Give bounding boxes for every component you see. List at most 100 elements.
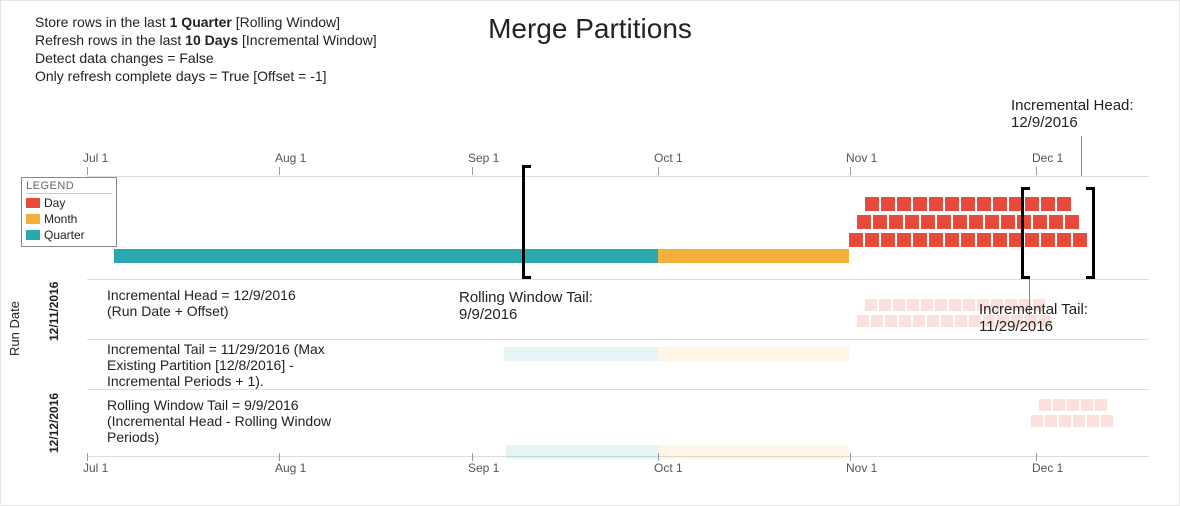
axis-line-top: [87, 176, 1149, 177]
annot-box1-l1: Incremental Head = 12/9/2016: [107, 287, 296, 303]
tick-top-0: Jul 1: [83, 151, 108, 165]
day-square: [993, 197, 1007, 211]
day-square: [977, 233, 991, 247]
cfg-l1c: [Rolling Window]: [232, 14, 340, 30]
swatch-month: [26, 214, 40, 224]
tick-bot-4: Nov 1: [846, 461, 877, 475]
annot-inc-tail-l1: Incremental Tail:: [979, 301, 1088, 318]
day-square: [977, 197, 991, 211]
annot-rolling-tail-l1: Rolling Window Tail:: [459, 289, 593, 306]
day-square: [907, 299, 919, 311]
day-square: [879, 299, 891, 311]
day-square: [993, 233, 1007, 247]
bar-day-row0a: [865, 197, 1071, 211]
day-square: [865, 197, 879, 211]
day-square: [865, 233, 879, 247]
annot-box2: Incremental Tail = 11/29/2016 (Max Exist…: [107, 341, 325, 389]
config-block: Store rows in the last 1 Quarter [Rollin…: [35, 13, 377, 85]
day-square: [1059, 415, 1071, 427]
day-square: [1033, 215, 1047, 229]
day-square: [1101, 415, 1113, 427]
bar-day-row2b: [1031, 415, 1113, 429]
swatch-quarter: [26, 230, 40, 240]
day-square: [961, 233, 975, 247]
day-square: [885, 315, 897, 327]
annot-rolling-tail-l2: 9/9/2016: [459, 306, 593, 323]
tick-top-3: Oct 1: [654, 151, 683, 165]
day-square: [1087, 415, 1099, 427]
bar-day-row0c: [849, 233, 1087, 247]
bar-quarter-row2: [506, 445, 658, 459]
tick-bot-0: Jul 1: [83, 461, 108, 475]
day-square: [927, 315, 939, 327]
day-square: [889, 215, 903, 229]
tick-bot-3: Oct 1: [654, 461, 683, 475]
day-square: [905, 215, 919, 229]
legend-title: LEGEND: [26, 180, 112, 194]
day-square: [1041, 197, 1055, 211]
day-square: [1095, 399, 1107, 411]
bracket-inc-head: [1086, 187, 1095, 279]
rowlabel-0: 12/11/2016: [47, 282, 61, 341]
annot-inc-head-l2: 12/9/2016: [1011, 114, 1134, 131]
day-square: [985, 215, 999, 229]
day-square: [1067, 399, 1079, 411]
day-square: [873, 215, 887, 229]
day-square: [871, 315, 883, 327]
legend-label-quarter: Quarter: [44, 228, 85, 242]
annot-inc-tail: Incremental Tail: 11/29/2016: [979, 301, 1088, 335]
bar-quarter-row1: [504, 347, 658, 361]
row-sep-1: [87, 339, 1149, 340]
tick-bot-1: Aug 1: [275, 461, 306, 475]
y-axis-label: Run Date: [7, 301, 22, 356]
annot-inc-head-l1: Incremental Head:: [1011, 97, 1134, 114]
day-square: [881, 233, 895, 247]
day-square: [1039, 399, 1051, 411]
bar-month-row0: [658, 249, 849, 263]
day-square: [881, 197, 895, 211]
day-square: [865, 299, 877, 311]
annot-box3-l1: Rolling Window Tail = 9/9/2016: [107, 397, 331, 413]
day-square: [1031, 415, 1043, 427]
legend-item-month: Month: [26, 212, 112, 226]
cfg-l4: Only refresh complete days = True [Offse…: [35, 67, 377, 85]
day-square: [1045, 415, 1057, 427]
cfg-l3: Detect data changes = False: [35, 49, 377, 67]
pointer-inc-head: [1081, 136, 1082, 176]
tick-bot-5: Dec 1: [1032, 461, 1063, 475]
diagram-canvas: Merge Partitions Store rows in the last …: [0, 0, 1180, 506]
day-square: [913, 315, 925, 327]
day-square: [1081, 399, 1093, 411]
day-square: [969, 215, 983, 229]
bar-month-row1: [658, 347, 849, 361]
day-square: [1053, 399, 1065, 411]
day-square: [849, 233, 863, 247]
day-square: [945, 233, 959, 247]
day-square: [929, 197, 943, 211]
day-square: [963, 299, 975, 311]
row-sep-2: [87, 389, 1149, 390]
tick-top-2: Sep 1: [468, 151, 499, 165]
bracket-rolling-tail: [522, 165, 531, 279]
tick-top-1: Aug 1: [275, 151, 306, 165]
day-square: [955, 315, 967, 327]
tick-top-4: Nov 1: [846, 151, 877, 165]
tick-bot-2: Sep 1: [468, 461, 499, 475]
annot-box3: Rolling Window Tail = 9/9/2016 (Incremen…: [107, 397, 331, 445]
cfg-l1a: Store rows in the last: [35, 14, 170, 30]
day-square: [893, 299, 905, 311]
day-square: [1057, 233, 1071, 247]
day-square: [1073, 415, 1085, 427]
row-sep-0: [87, 279, 1149, 280]
day-square: [945, 197, 959, 211]
day-square: [921, 299, 933, 311]
bar-month-row2: [658, 445, 849, 459]
cfg-l1b: 1 Quarter: [170, 14, 232, 30]
rowlabel-1: 12/12/2016: [47, 393, 61, 453]
day-square: [1041, 233, 1055, 247]
annot-box3-l2: (Incremental Head - Rolling Window: [107, 413, 331, 429]
day-square: [941, 315, 953, 327]
annot-box1: Incremental Head = 12/9/2016 (Run Date +…: [107, 287, 296, 319]
day-square: [857, 215, 871, 229]
day-square: [1065, 215, 1079, 229]
